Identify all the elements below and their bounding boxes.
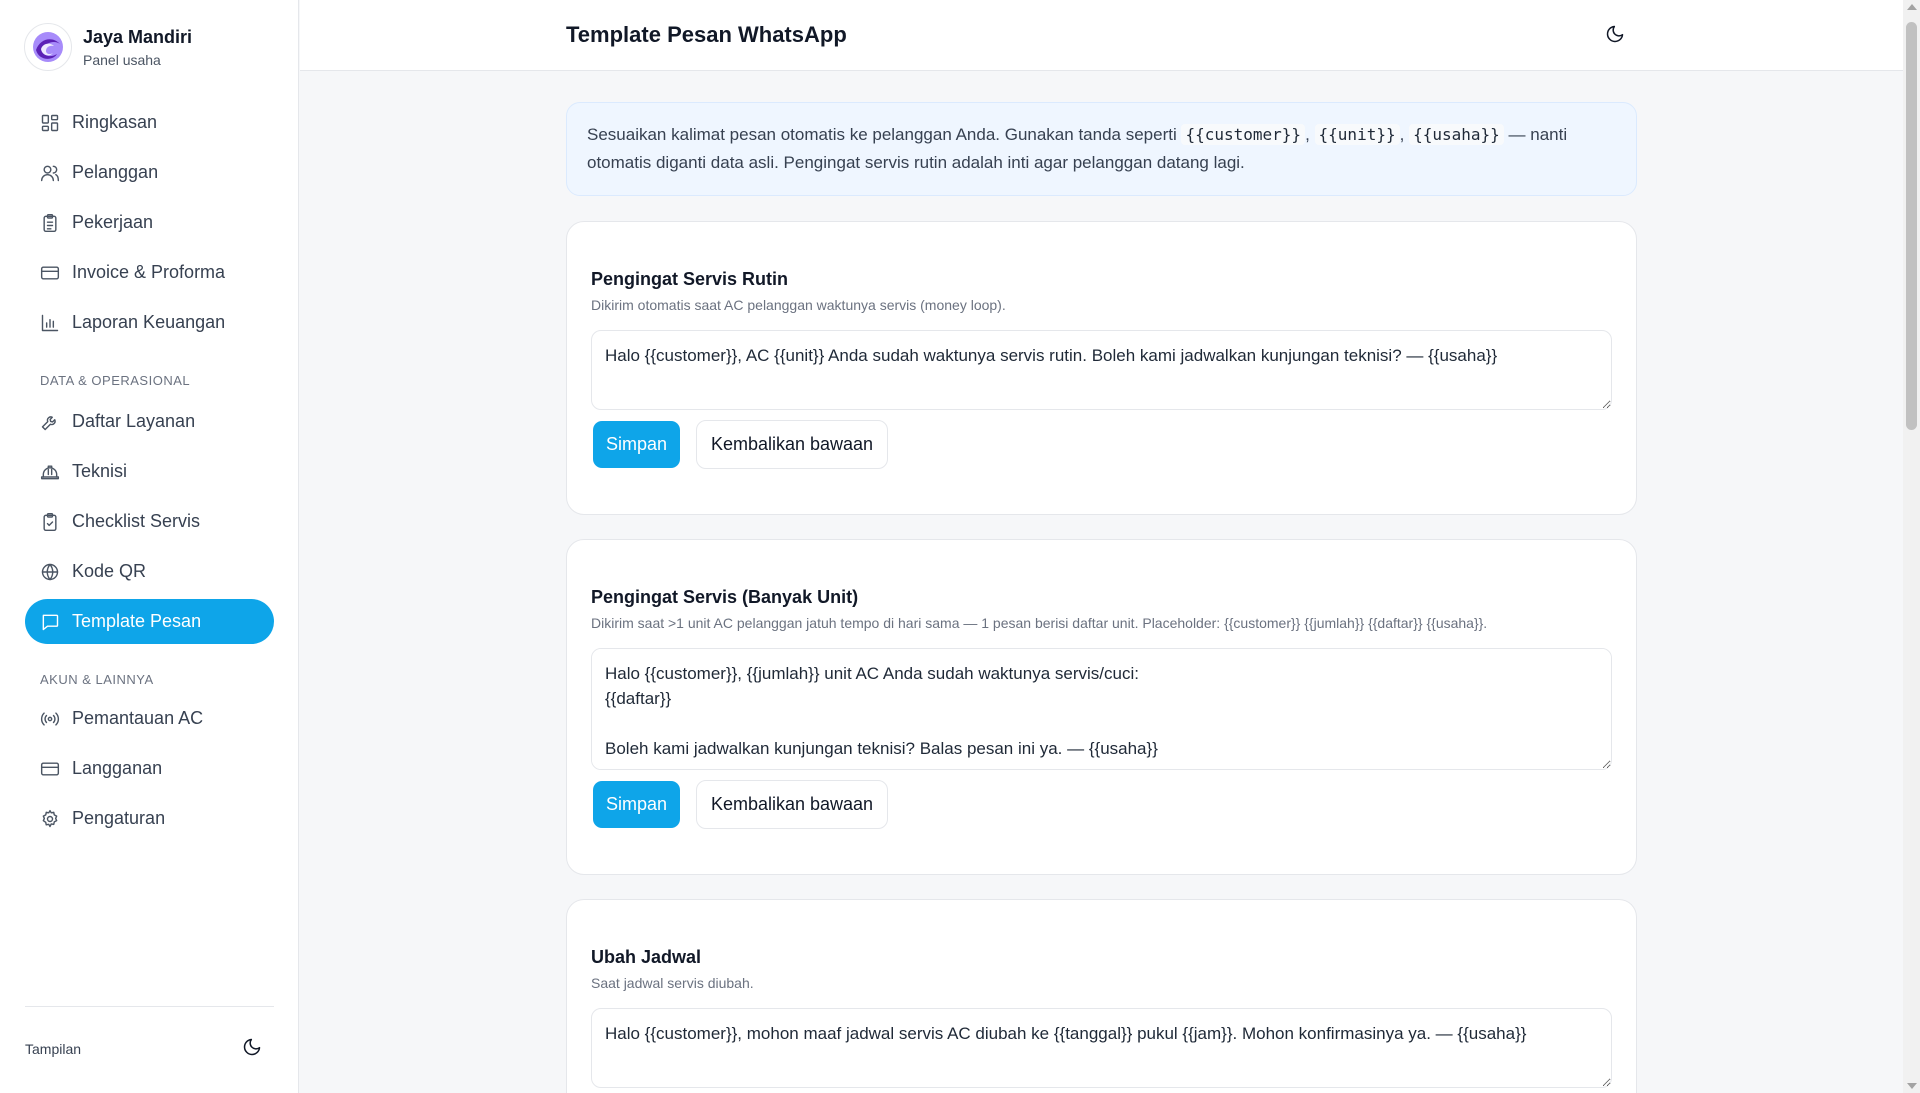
sidebar: Jaya Mandiri Panel usaha Ringkasan Pelan… [0, 0, 299, 1093]
brand-logo [24, 23, 72, 71]
template-message-input[interactable]: Halo {{customer}}, mohon maaf jadwal ser… [591, 1008, 1612, 1088]
bar-chart-icon [40, 313, 60, 333]
globe-icon [40, 562, 60, 582]
section-title-account: AKUN & LAINNYA [40, 672, 154, 687]
credit-card-icon [40, 263, 60, 283]
sidebar-item-label: Laporan Keuangan [72, 312, 226, 332]
info-separator: , [1399, 125, 1405, 144]
sidebar-item-label: Pemantauan AC [72, 708, 204, 728]
info-text: Sesuaikan kalimat pesan otomatis ke pela… [587, 125, 1177, 144]
sidebar-item-ringkasan[interactable]: Ringkasan [25, 100, 274, 145]
users-icon [40, 163, 60, 183]
template-description: Saat jadwal servis diubah. [591, 975, 754, 991]
page-title: Template Pesan WhatsApp [566, 22, 847, 47]
sidebar-item-label: Daftar Layanan [72, 411, 196, 431]
save-button[interactable]: Simpan [593, 421, 680, 468]
template-title: Pengingat Servis (Banyak Unit) [591, 587, 859, 607]
sidebar-item-laporan-keuangan[interactable]: Laporan Keuangan [25, 300, 274, 345]
info-dash: — [1508, 125, 1526, 144]
placeholder-code: {{unit}} [1314, 124, 1400, 145]
sidebar-item-label: Template Pesan [72, 611, 202, 631]
sidebar-item-label: Pelanggan [72, 162, 159, 182]
wave-logo-icon [33, 32, 63, 62]
info-separator: , [1305, 125, 1310, 144]
template-description: Dikirim saat >1 unit AC pelanggan jatuh … [591, 615, 1488, 631]
placeholder-code: {{usaha}} [1409, 124, 1504, 145]
save-button[interactable]: Simpan [593, 781, 680, 828]
info-banner: Sesuaikan kalimat pesan otomatis ke pela… [566, 102, 1637, 196]
sidebar-item-kode-qr[interactable]: Kode QR [25, 549, 274, 594]
moon-icon[interactable] [1605, 24, 1629, 48]
message-icon [40, 612, 60, 632]
template-card-banyak-unit: Pengingat Servis (Banyak Unit) Dikirim s… [566, 539, 1637, 875]
clipboard-check-icon [40, 512, 60, 532]
page-scrollbar[interactable] [1903, 0, 1920, 1093]
template-message-input[interactable]: Halo {{customer}}, AC {{unit}} Anda suda… [591, 330, 1612, 410]
scroll-up-arrow-icon[interactable] [1907, 4, 1917, 10]
sidebar-item-pengaturan[interactable]: Pengaturan [25, 796, 274, 841]
scroll-thumb[interactable] [1906, 22, 1917, 430]
sidebar-item-label: Ringkasan [72, 112, 158, 132]
sidebar-item-label: Langganan [72, 758, 163, 778]
brand-name: Jaya Mandiri [83, 26, 193, 47]
sidebar-item-label: Kode QR [72, 561, 147, 581]
credit-card-icon [40, 759, 60, 779]
sidebar-item-checklist-servis[interactable]: Checklist Servis [25, 499, 274, 544]
sidebar-item-pekerjaan[interactable]: Pekerjaan [25, 200, 274, 245]
sidebar-item-label: Pengaturan [72, 808, 166, 828]
reset-default-button[interactable]: Kembalikan bawaan [696, 420, 888, 469]
template-message-input[interactable]: Halo {{customer}}, {{jumlah}} unit AC An… [591, 648, 1612, 770]
sidebar-item-label: Teknisi [72, 461, 128, 481]
reset-default-button[interactable]: Kembalikan bawaan [696, 780, 888, 829]
moon-icon[interactable] [242, 1037, 266, 1061]
placeholder-code: {{customer}} [1181, 124, 1306, 145]
sidebar-item-label: Invoice & Proforma [72, 262, 226, 282]
sidebar-item-invoice[interactable]: Invoice & Proforma [25, 250, 274, 295]
sidebar-item-teknisi[interactable]: Teknisi [25, 449, 274, 494]
wrench-icon [40, 412, 60, 432]
template-card-servis-rutin: Pengingat Servis Rutin Dikirim otomatis … [566, 221, 1637, 515]
template-card-ubah-jadwal: Ubah Jadwal Saat jadwal servis diubah. H… [566, 899, 1637, 1093]
page-header: Template Pesan WhatsApp [300, 0, 1903, 71]
sidebar-item-pelanggan[interactable]: Pelanggan [25, 150, 274, 195]
template-description: Dikirim otomatis saat AC pelanggan waktu… [591, 297, 1006, 313]
section-title-data: DATA & OPERASIONAL [40, 373, 191, 388]
clipboard-icon [40, 213, 60, 233]
sidebar-item-template-pesan[interactable]: Template Pesan [25, 599, 274, 644]
brand-subtitle: Panel usaha [83, 51, 161, 68]
sidebar-item-label: Checklist Servis [72, 511, 201, 531]
sidebar-item-daftar-layanan[interactable]: Daftar Layanan [25, 399, 274, 444]
sidebar-item-pemantauan-ac[interactable]: Pemantauan AC [25, 696, 274, 741]
sidebar-item-label: Pekerjaan [72, 212, 154, 232]
sidebar-item-langganan[interactable]: Langganan [25, 746, 274, 791]
scroll-down-arrow-icon[interactable] [1907, 1083, 1917, 1089]
dashboard-icon [40, 113, 60, 133]
brand[interactable]: Jaya Mandiri Panel usaha [24, 23, 192, 71]
template-title: Ubah Jadwal [591, 947, 702, 967]
template-title: Pengingat Servis Rutin [591, 269, 789, 289]
gear-icon [40, 809, 60, 829]
hard-hat-icon [40, 462, 60, 482]
footer-label: Tampilan [25, 1041, 82, 1057]
radio-icon [40, 709, 60, 729]
sidebar-footer: Tampilan [25, 1006, 274, 1093]
